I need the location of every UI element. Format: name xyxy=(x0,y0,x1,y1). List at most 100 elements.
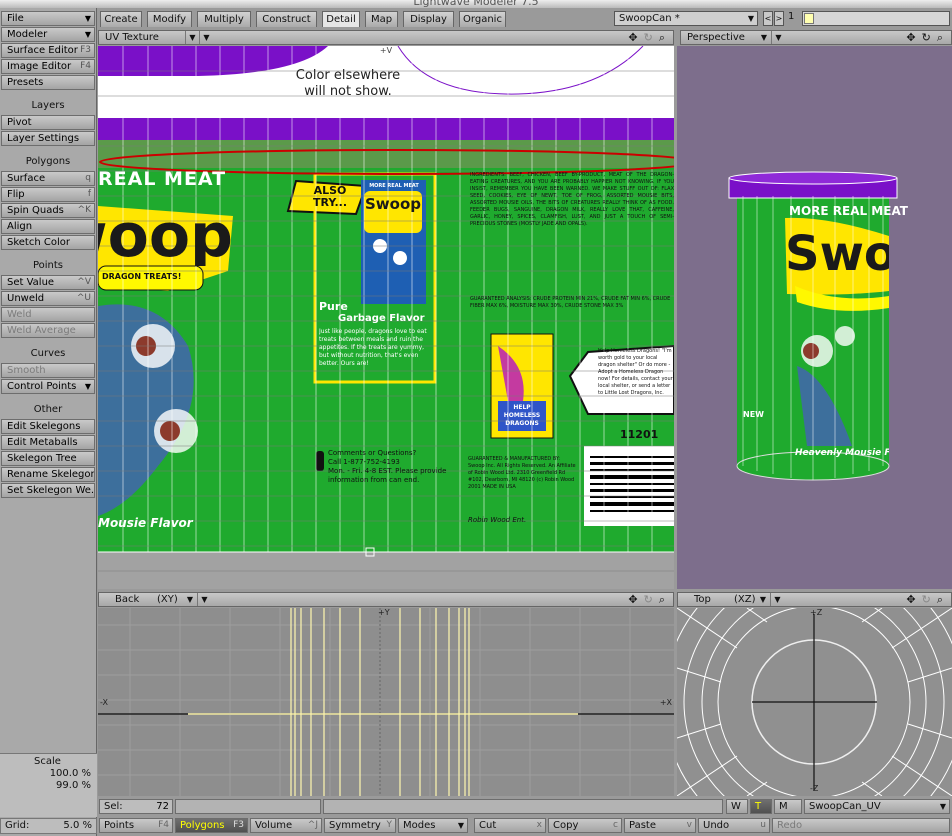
top-view-mode[interactable]: Top xyxy=(688,593,726,606)
vertex-map-selector[interactable]: SwoopCan_UV xyxy=(804,799,950,814)
scale-value-2: 99.0 % xyxy=(56,780,91,791)
layer-buttons[interactable] xyxy=(802,11,950,26)
redo-button[interactable]: Redo xyxy=(772,818,950,833)
polygons-mode-button[interactable]: Polygons F3 xyxy=(175,818,248,833)
weld-average-button[interactable]: Weld Average xyxy=(1,323,95,338)
curves-header: Curves xyxy=(30,348,66,359)
back-view-mode[interactable]: Back xyxy=(109,593,149,606)
left-toolbar: File Modeler Surface EditorF3 Image Edit… xyxy=(0,8,97,836)
undo-button[interactable]: Undo u xyxy=(698,818,770,833)
back-viewport[interactable]: +Y -X +X xyxy=(98,608,674,796)
texture-map-button[interactable]: T xyxy=(750,799,772,814)
modes-menu[interactable]: Modes xyxy=(398,818,468,833)
back-axis-neg-x: -X xyxy=(100,698,108,707)
rotate-icon: ↻ xyxy=(921,593,937,606)
volume-mode-button[interactable]: Volume ^J xyxy=(250,818,322,833)
back-axis-pos-x: +X xyxy=(659,698,672,707)
chevron-down-icon[interactable]: ▼ xyxy=(197,593,211,606)
morph-map-button[interactable]: M xyxy=(774,799,802,814)
back-viewport-header: Back (XY) ▼ ▼ ✥↻⌕ xyxy=(98,592,674,607)
label-manufacturer: GUARANTEED & MANUFACTURED BY: Swoop Inc.… xyxy=(468,456,576,490)
scale-value-1: 100.0 % xyxy=(49,768,91,779)
weight-map-button[interactable]: W xyxy=(726,799,748,814)
label-signature: Robin Wood Ent. xyxy=(468,516,527,524)
label-contact: Comments or Questions? Call 1-877-752-419… xyxy=(328,449,447,484)
layer-1-foreground[interactable] xyxy=(804,13,814,24)
chevron-down-icon[interactable]: ▼ xyxy=(185,31,199,44)
label-analysis: GUARANTEED ANALYSIS: CRUDE PROTEIN MIN 2… xyxy=(470,296,671,309)
object-selector[interactable]: SwoopCan * xyxy=(614,11,758,26)
viewport-controls[interactable]: ✥↻⌕ xyxy=(628,593,671,606)
weld-button[interactable]: Weld xyxy=(1,307,95,322)
cut-button[interactable]: Cut x xyxy=(474,818,546,833)
label-brand-small: Swoop xyxy=(365,195,422,213)
rename-skelegon-button[interactable]: Rename Skelegon xyxy=(1,467,95,482)
set-value-button[interactable]: Set Value ^V xyxy=(1,275,95,290)
chevron-down-icon[interactable]: ▼ xyxy=(770,593,784,606)
label-help-text: Help Homeless Dragons! "I'm worth gold t… xyxy=(598,348,673,396)
points-mode-button[interactable]: Points F4 xyxy=(99,818,173,833)
move-icon: ✥ xyxy=(906,593,922,606)
viewport-controls[interactable]: ✥↻⌕ xyxy=(628,31,671,44)
uv-view-mode[interactable]: UV Texture xyxy=(99,31,185,44)
smooth-button[interactable]: Smooth xyxy=(1,363,95,378)
label-product-number: 11201 xyxy=(620,428,659,441)
viewport-controls[interactable]: ✥↻⌕ xyxy=(906,31,949,44)
label-description: Just like people, dragons love to eat tr… xyxy=(319,328,427,367)
other-header: Other xyxy=(33,404,63,415)
spin-quads-button[interactable]: Spin Quads ^K xyxy=(1,203,95,218)
edit-skelegons-button[interactable]: Edit Skelegons xyxy=(1,419,95,434)
tab-create[interactable]: Create xyxy=(100,11,142,27)
symmetry-button[interactable]: Symmetry Y xyxy=(324,818,396,833)
tab-multiply[interactable]: Multiply xyxy=(197,11,251,27)
chevron-down-icon[interactable]: ▼ xyxy=(199,31,213,44)
prev-layer-icon[interactable]: < xyxy=(763,11,773,26)
layer-settings-button[interactable]: Layer Settings xyxy=(1,131,95,146)
align-button[interactable]: Align xyxy=(1,219,95,234)
uv-texture-viewport[interactable]: +V Color elsewhere will not show. REAL ME… xyxy=(98,46,674,589)
grid-readout: Grid: 5.0 % xyxy=(0,818,97,834)
viewport-controls[interactable]: ✥↻⌕ xyxy=(906,593,949,606)
sketch-color-button[interactable]: Sketch Color xyxy=(1,235,95,250)
tab-construct[interactable]: Construct xyxy=(256,11,317,27)
chevron-down-icon[interactable]: ▼ xyxy=(771,31,785,44)
zoom-icon: ⌕ xyxy=(658,593,671,606)
back-axis-y: +Y xyxy=(378,608,390,617)
tab-display[interactable]: Display xyxy=(403,11,454,27)
image-editor-button[interactable]: Image Editor F4 xyxy=(1,59,95,74)
presets-button[interactable]: Presets xyxy=(1,75,95,90)
surface-button[interactable]: Surface q xyxy=(1,171,95,186)
label-ingredients: INGREDIENTS: BEEF, CHICKEN, BEEF BY-PROD… xyxy=(470,172,674,227)
top-viewport[interactable]: +Z -Z xyxy=(677,608,952,796)
perspective-viewport[interactable]: MORE REAL MEAT Swoop NEW Heavenly Mousie… xyxy=(677,46,952,589)
top-axis-neg-z: -Z xyxy=(810,784,819,793)
unweld-button[interactable]: Unweld ^U xyxy=(1,291,95,306)
copy-button[interactable]: Copy c xyxy=(548,818,622,833)
tab-detail[interactable]: Detail xyxy=(322,11,360,27)
next-layer-icon[interactable]: > xyxy=(774,11,784,26)
tab-modify[interactable]: Modify xyxy=(147,11,192,27)
modeler-menu[interactable]: Modeler xyxy=(1,27,95,42)
tab-map[interactable]: Map xyxy=(365,11,398,27)
pivot-button[interactable]: Pivot xyxy=(1,115,95,130)
chevron-down-icon[interactable]: ▼ xyxy=(756,593,770,606)
file-menu[interactable]: File xyxy=(1,11,95,26)
chevron-down-icon[interactable]: ▼ xyxy=(757,31,771,44)
status-field xyxy=(323,799,723,814)
uv-axis-label: +V xyxy=(379,46,393,55)
skelegon-tree-button[interactable]: Skelegon Tree xyxy=(1,451,95,466)
move-icon: ✥ xyxy=(906,31,922,44)
set-skelegon-weight-button[interactable]: Set Skelegon We... xyxy=(1,483,95,498)
paste-button[interactable]: Paste v xyxy=(624,818,696,833)
tab-organic[interactable]: Organic xyxy=(459,11,506,27)
control-points-menu[interactable]: Control Points xyxy=(1,379,95,394)
chevron-down-icon[interactable]: ▼ xyxy=(183,593,197,606)
flip-button[interactable]: Flip f xyxy=(1,187,95,202)
label-help-dragons: HELP HOMELESS DRAGONS xyxy=(503,404,541,427)
zoom-icon: ⌕ xyxy=(658,31,671,44)
label-pure: Pure xyxy=(319,300,348,313)
can-3d-render xyxy=(728,171,898,481)
window-title: Lightwave Modeler 7.5 xyxy=(413,0,539,8)
edit-metaballs-button[interactable]: Edit Metaballs xyxy=(1,435,95,450)
surface-editor-button[interactable]: Surface Editor F3 xyxy=(1,43,95,58)
